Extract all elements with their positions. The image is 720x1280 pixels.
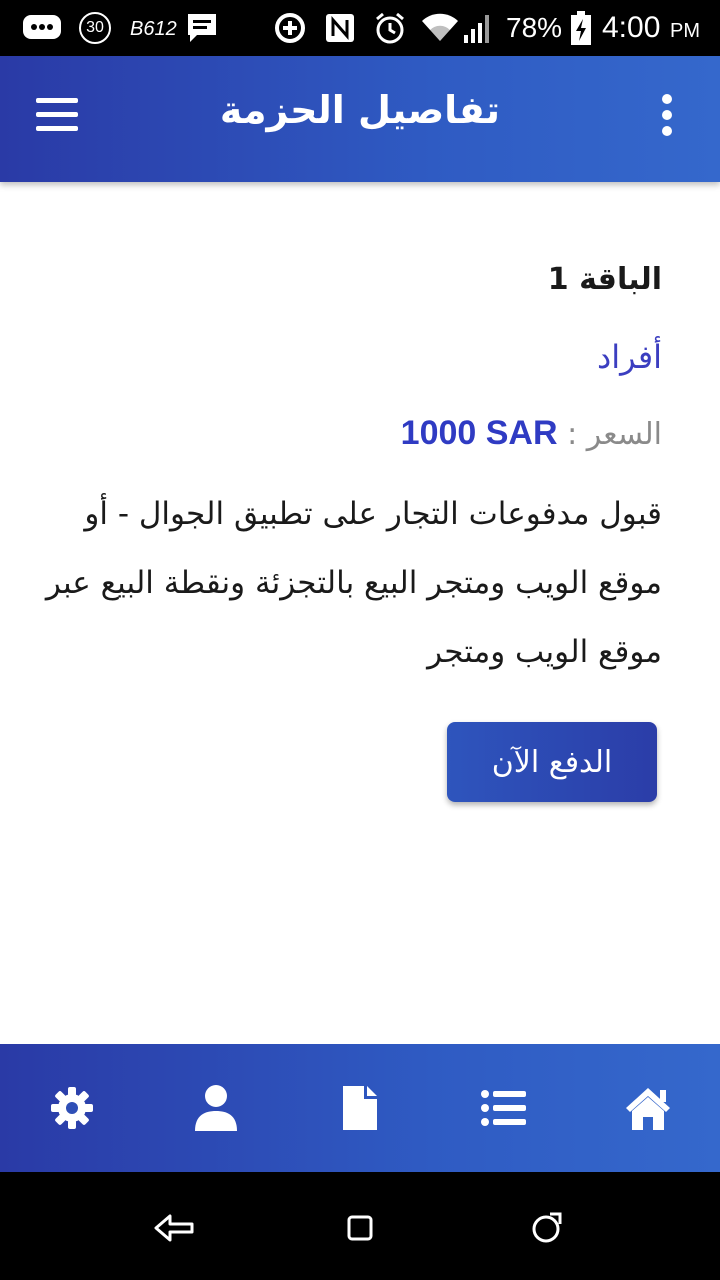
nav-profile[interactable] xyxy=(186,1080,246,1136)
carrier-tag: B612 xyxy=(130,18,177,40)
clock-ampm: PM xyxy=(670,20,700,42)
nav-documents[interactable] xyxy=(330,1080,390,1136)
package-details: الباقة 1 أفراد السعر : 1000 SAR قبول مدف… xyxy=(40,250,662,687)
price-value: 1000 SAR xyxy=(400,414,558,452)
bottom-navigation xyxy=(0,1044,720,1172)
system-navigation-bar xyxy=(0,1172,720,1280)
nav-settings[interactable] xyxy=(42,1080,102,1136)
status-bar: 30 B612 78% 4:00 PM xyxy=(0,0,720,56)
pay-now-button[interactable]: الدفع الآن xyxy=(447,722,657,802)
price-separator: : xyxy=(557,417,587,452)
more-vert-icon xyxy=(662,94,672,104)
price-label: السعر xyxy=(586,417,662,452)
message-bubble-icon xyxy=(20,10,64,46)
battery-charging-icon xyxy=(568,10,594,46)
more-options-button[interactable] xyxy=(652,94,682,150)
more-dot xyxy=(662,110,672,120)
back-icon xyxy=(154,1214,194,1242)
counter-badge-text: 30 xyxy=(86,19,104,36)
square-icon xyxy=(347,1215,373,1241)
package-title: الباقة 1 xyxy=(547,262,662,297)
battery-percent: 78% xyxy=(506,12,563,43)
settings-icon xyxy=(51,1087,93,1129)
chat-icon xyxy=(184,10,220,46)
package-description: قبول مدفوعات التجار على تطبيق الجوال - أ… xyxy=(45,496,662,670)
data-saver-icon xyxy=(272,10,308,46)
app-bar: تفاصيل الحزمة xyxy=(0,56,720,182)
clock-time: 4:00 xyxy=(602,11,661,44)
profile-icon xyxy=(195,1085,237,1131)
nav-list[interactable] xyxy=(474,1080,534,1136)
signal-icon xyxy=(460,10,496,46)
back-button[interactable] xyxy=(152,1206,196,1250)
recents-icon xyxy=(532,1212,562,1243)
page-title: تفاصيل الحزمة xyxy=(219,88,501,132)
nav-home[interactable] xyxy=(618,1080,678,1136)
home-icon xyxy=(626,1088,670,1130)
document-icon xyxy=(343,1086,377,1130)
nfc-icon xyxy=(322,10,358,46)
price-row: السعر : 1000 SAR xyxy=(40,408,662,458)
home-system-button[interactable] xyxy=(338,1206,382,1250)
package-type: أفراد xyxy=(597,338,662,376)
alarm-icon xyxy=(372,10,408,46)
more-dot xyxy=(662,126,672,136)
list-icon xyxy=(481,1090,526,1126)
counter-badge-icon: 30 xyxy=(78,10,112,46)
wifi-icon xyxy=(420,10,460,46)
recents-button[interactable] xyxy=(524,1206,568,1250)
